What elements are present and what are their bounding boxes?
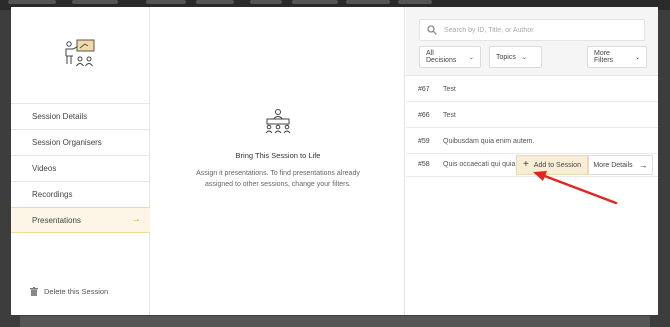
- background-nav-blur: [398, 0, 432, 4]
- presentation-row[interactable]: #59 Quibusdam quia enim autem.: [406, 129, 658, 154]
- presentation-title: Test: [443, 85, 456, 93]
- session-nav: Session Details Session Organisers Video…: [11, 103, 150, 233]
- background-nav-blur: [8, 0, 56, 4]
- more-details-label: More Details: [593, 161, 633, 169]
- presentation-row[interactable]: #67 Test: [406, 77, 658, 102]
- chevron-down-icon: ⌄: [521, 54, 527, 61]
- background-nav-blur: [196, 0, 234, 4]
- presentation-title: Quibusdam quia enim autem.: [443, 137, 535, 145]
- decisions-filter-dropdown[interactable]: All Decisions ⌄: [419, 46, 481, 68]
- add-to-session-button[interactable]: + Add to Session: [516, 155, 588, 175]
- nav-item-label: Session Details: [32, 112, 88, 121]
- presentations-empty-state: Bring This Session to Life Assign it pre…: [151, 7, 405, 315]
- topics-filter-dropdown[interactable]: Topics ⌄: [489, 46, 542, 68]
- search-input[interactable]: [444, 23, 639, 38]
- nav-item-recordings[interactable]: Recordings: [11, 181, 150, 207]
- arrow-right-icon: →: [131, 214, 141, 225]
- session-presenter-icon: [65, 39, 95, 67]
- empty-state-title: Bring This Session to Life: [235, 151, 321, 160]
- empty-state-text: Assign it presentations. To find present…: [196, 170, 360, 188]
- background-nav-blur: [250, 0, 282, 4]
- decisions-filter-label: All Decisions: [426, 50, 457, 64]
- nav-item-label: Presentations: [32, 215, 81, 225]
- plus-icon: +: [523, 159, 529, 170]
- arrow-right-icon: →: [638, 159, 648, 170]
- nav-item-session-organisers[interactable]: Session Organisers: [11, 129, 150, 155]
- search-box: [419, 19, 645, 41]
- chevron-down-icon: ⌄: [468, 54, 474, 61]
- background-nav-blur: [72, 0, 118, 4]
- nav-item-label: Videos: [32, 164, 57, 173]
- background-nav-blur: [292, 0, 338, 4]
- search-filter-bar: All Decisions ⌄ Topics ⌄ More Filters ⌄: [406, 7, 658, 76]
- nav-item-session-details[interactable]: Session Details: [11, 103, 150, 129]
- more-details-button[interactable]: More Details →: [588, 155, 653, 175]
- presentation-audience-icon: [265, 109, 291, 134]
- trash-icon: [30, 287, 38, 296]
- chevron-down-icon: ⌄: [634, 54, 640, 61]
- presentation-id: #67: [418, 85, 430, 93]
- presentation-row[interactable]: #66 Test: [406, 103, 658, 128]
- nav-item-videos[interactable]: Videos: [11, 155, 150, 181]
- more-filters-dropdown[interactable]: More Filters ⌄: [587, 46, 647, 68]
- nav-item-label: Recordings: [32, 190, 73, 199]
- background-nav-blur: [146, 0, 186, 4]
- presentation-title: Quis occaecati qui quia: [443, 161, 516, 168]
- background-content: [20, 316, 650, 327]
- topics-filter-label: Topics: [496, 53, 516, 61]
- more-filters-label: More Filters: [594, 50, 614, 64]
- background-nav-blur: [346, 0, 390, 4]
- presentation-id: #59: [418, 137, 430, 145]
- presentation-id: #58: [418, 161, 430, 168]
- delete-session-label: Delete this Session: [44, 287, 109, 296]
- presentation-search-panel: All Decisions ⌄ Topics ⌄ More Filters ⌄ …: [406, 7, 658, 315]
- search-icon: [427, 25, 437, 35]
- nav-item-label: Session Organisers: [32, 138, 102, 147]
- add-to-session-label: Add to Session: [533, 161, 581, 169]
- session-sidebar: Session Details Session Organisers Video…: [11, 7, 150, 315]
- nav-item-presentations[interactable]: Presentations →: [11, 207, 150, 233]
- session-modal: Session Details Session Organisers Video…: [11, 7, 658, 315]
- delete-session-button[interactable]: Delete this Session: [30, 287, 108, 296]
- presentation-title: Test: [443, 111, 456, 119]
- presentation-id: #66: [418, 111, 430, 119]
